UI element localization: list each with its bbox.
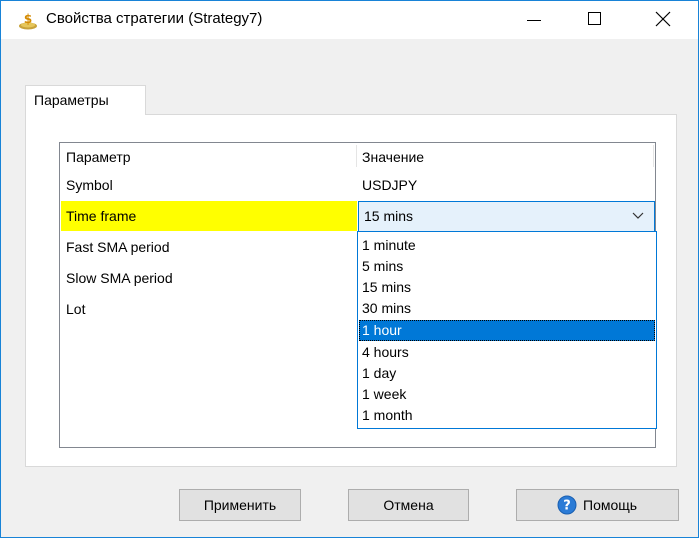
parameter-name: Time frame	[66, 208, 137, 224]
dropdown-option[interactable]: 15 mins	[359, 277, 655, 298]
parameter-name: Symbol	[66, 177, 113, 193]
maximize-icon	[588, 12, 601, 25]
money-bag-icon: $	[19, 12, 37, 30]
dropdown-option[interactable]: 1 month	[359, 405, 655, 426]
tab-parameters[interactable]: Параметры	[25, 85, 146, 115]
chevron-down-icon[interactable]	[632, 212, 644, 220]
time-frame-dropdown-list[interactable]: 1 minute 5 mins 15 mins 30 mins 1 hour 4…	[357, 231, 657, 429]
grid-header: Параметр Значение	[60, 143, 655, 169]
dropdown-option[interactable]: 1 day	[359, 363, 655, 384]
parameter-name: Slow SMA period	[66, 270, 173, 286]
close-icon	[655, 11, 671, 27]
help-button-content: ? Помощь	[557, 490, 637, 520]
dropdown-option[interactable]: 5 mins	[359, 256, 655, 277]
dropdown-option-selected[interactable]: 1 hour	[359, 320, 655, 341]
column-header-parameter[interactable]: Параметр	[66, 149, 131, 165]
parameter-value[interactable]: USDJPY	[362, 177, 417, 193]
time-frame-combobox[interactable]: 15 mins	[358, 201, 655, 232]
window-title: Свойства стратегии (Strategy7)	[46, 10, 263, 27]
parameter-name: Lot	[66, 301, 86, 317]
column-divider[interactable]	[653, 145, 654, 167]
grid-row-symbol[interactable]: Symbol USDJPY	[60, 170, 655, 201]
tab-label: Параметры	[34, 92, 109, 108]
column-header-value[interactable]: Значение	[362, 149, 424, 165]
svg-text:$: $	[24, 12, 32, 26]
strategy-properties-window: $ Свойства стратегии (Strategy7) Парамет…	[0, 0, 699, 538]
minimize-button[interactable]	[511, 1, 557, 39]
dropdown-option[interactable]: 30 mins	[359, 298, 655, 319]
cancel-button[interactable]: Отмена	[348, 489, 469, 521]
dropdown-option[interactable]: 1 week	[359, 384, 655, 405]
close-button[interactable]	[641, 1, 687, 39]
maximize-button[interactable]	[573, 1, 619, 39]
minimize-icon	[527, 20, 541, 21]
apply-button[interactable]: Применить	[179, 489, 301, 521]
help-label: Помощь	[583, 497, 638, 513]
dropdown-option[interactable]: 4 hours	[359, 342, 655, 363]
dropdown-option[interactable]: 1 minute	[359, 235, 655, 256]
parameter-name: Fast SMA period	[66, 239, 170, 255]
combobox-value: 15 mins	[364, 208, 414, 224]
help-circle-icon: ?	[557, 495, 577, 515]
svg-text:?: ?	[563, 499, 571, 514]
column-divider[interactable]	[356, 145, 357, 167]
title-bar[interactable]: $ Свойства стратегии (Strategy7)	[1, 1, 698, 39]
help-button[interactable]: ? Помощь	[516, 489, 679, 521]
